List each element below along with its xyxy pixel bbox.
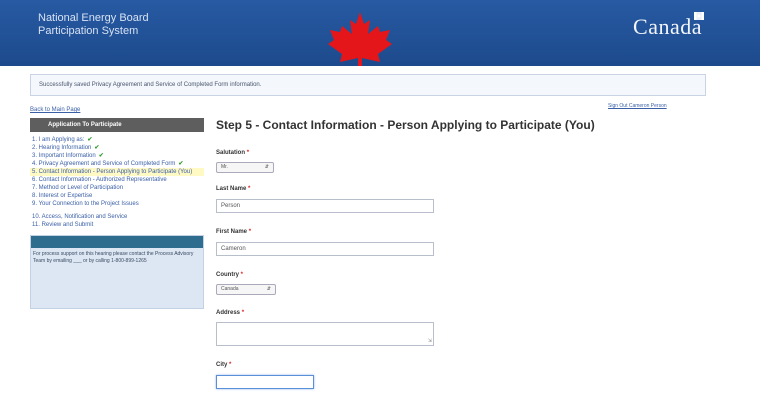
- country-select[interactable]: Canada ⇵: [216, 284, 276, 295]
- sidebar-item-step-11[interactable]: 11. Review and Submit: [30, 221, 204, 229]
- city-field[interactable]: [216, 375, 314, 389]
- address-label: Address *: [216, 310, 245, 316]
- select-arrows-icon: ⇵: [266, 286, 271, 292]
- sidebar-item-step-1[interactable]: 1. I am Applying as: ✔: [30, 136, 204, 144]
- sidebar-item-step-2[interactable]: 2. Hearing Information ✔: [30, 144, 204, 152]
- checkmark-icon: ✔: [87, 137, 93, 143]
- sidebar: Application To Participate 1. I am Apply…: [30, 118, 204, 309]
- sidebar-item-step-7[interactable]: 7. Method or Level of Participation: [30, 184, 204, 192]
- org-name-line2: Participation System: [38, 25, 139, 37]
- sidebar-item-step-4[interactable]: 4. Privacy Agreement and Service of Comp…: [30, 160, 204, 168]
- page-title: Step 5 - Contact Information - Person Ap…: [216, 118, 595, 132]
- step-list: 1. I am Applying as: ✔ 2. Hearing Informa…: [30, 136, 204, 229]
- resize-grip-icon[interactable]: ⇲: [428, 338, 432, 344]
- sidebar-item-step-6[interactable]: 6. Contact Information - Authorized Repr…: [30, 176, 204, 184]
- sidebar-item-step-10[interactable]: 10. Access, Notification and Service: [30, 213, 204, 221]
- success-banner: Successfully saved Privacy Agreement and…: [30, 74, 706, 96]
- salutation-select[interactable]: Mr. ⇵: [216, 162, 274, 173]
- checkmark-icon: ✔: [98, 153, 104, 159]
- sidebar-item-step-9[interactable]: 9. Your Connection to the Project Issues: [30, 200, 204, 208]
- sidebar-header: Application To Participate: [30, 118, 204, 132]
- maple-leaf-icon: [328, 12, 392, 66]
- help-box: For process support on this hearing plea…: [30, 235, 204, 309]
- address-field[interactable]: ⇲: [216, 322, 434, 346]
- site-header: National Energy Board Participation Syst…: [0, 0, 760, 66]
- back-to-main-link[interactable]: Back to Main Page: [30, 107, 80, 113]
- checkmark-icon: ✔: [178, 161, 184, 167]
- org-name-line1: National Energy Board: [38, 12, 149, 24]
- country-label: Country *: [216, 272, 244, 278]
- last-name-label: Last Name *: [216, 186, 251, 192]
- select-arrows-icon: ⇵: [264, 164, 269, 170]
- salutation-label: Salutation *: [216, 150, 250, 156]
- org-name: National Energy Board Participation Syst…: [38, 12, 149, 38]
- help-text: For process support on this hearing plea…: [33, 251, 194, 264]
- sidebar-item-step-3[interactable]: 3. Important Information ✔: [30, 152, 204, 160]
- sign-out-link[interactable]: Sign Out Cameron Person: [608, 103, 667, 109]
- canada-wordmark: Canada: [633, 14, 702, 39]
- sidebar-item-step-5[interactable]: 5. Contact Information - Person Applying…: [30, 168, 204, 176]
- help-box-header: [31, 236, 203, 248]
- sidebar-item-step-8[interactable]: 8. Interest or Expertise: [30, 192, 204, 200]
- checkmark-icon: ✔: [94, 145, 100, 151]
- first-name-field[interactable]: Cameron: [216, 242, 434, 256]
- last-name-field[interactable]: Person: [216, 199, 434, 213]
- city-label: City *: [216, 362, 232, 368]
- flag-icon: [694, 12, 704, 20]
- first-name-label: First Name *: [216, 229, 252, 235]
